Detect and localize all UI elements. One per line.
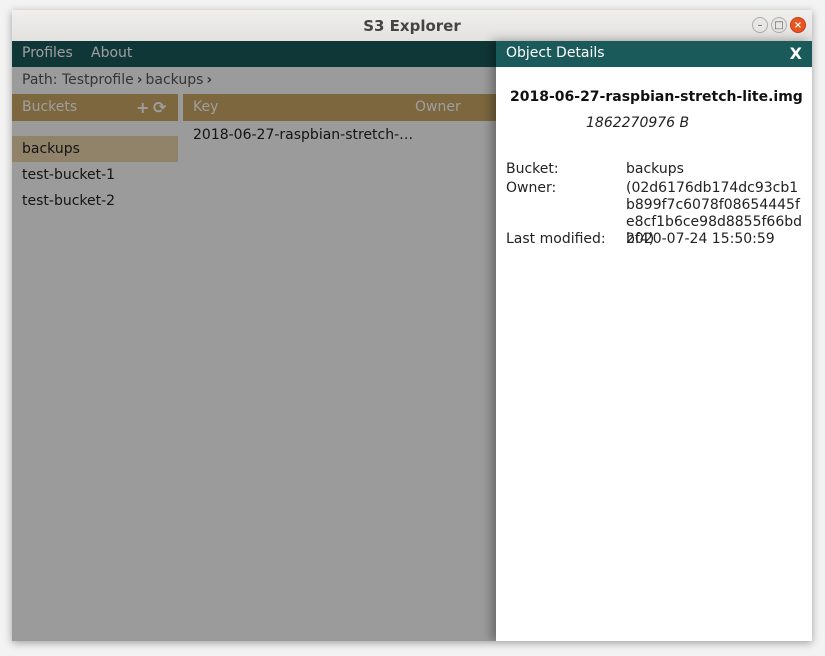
- object-size: 1862270976 B: [586, 115, 690, 131]
- last-modified-value: 2020-07-24 15:50:59: [626, 231, 775, 247]
- bucket-label: Bucket:: [506, 161, 559, 177]
- details-header: Object Details X: [496, 41, 812, 67]
- last-modified-label: Last modified:: [506, 231, 606, 247]
- maximize-button[interactable]: □: [771, 17, 787, 33]
- window-title: S3 Explorer: [363, 17, 461, 35]
- object-file-name: 2018-06-27-raspbian-stretch-lite.img: [510, 89, 803, 105]
- minimize-button[interactable]: –: [752, 17, 768, 33]
- app-window: S3 Explorer – □ × Profiles About Path: T…: [12, 10, 812, 641]
- close-details-button[interactable]: X: [790, 44, 802, 63]
- object-details-panel: Object Details X 2018-06-27-raspbian-str…: [496, 41, 812, 641]
- details-title: Object Details: [506, 45, 605, 61]
- title-bar[interactable]: S3 Explorer – □ ×: [12, 10, 812, 42]
- owner-label: Owner:: [506, 180, 557, 196]
- close-window-button[interactable]: ×: [790, 17, 806, 33]
- bucket-value: backups: [626, 161, 684, 177]
- app-content: Profiles About Path: Testprofile › backups…: [12, 41, 812, 641]
